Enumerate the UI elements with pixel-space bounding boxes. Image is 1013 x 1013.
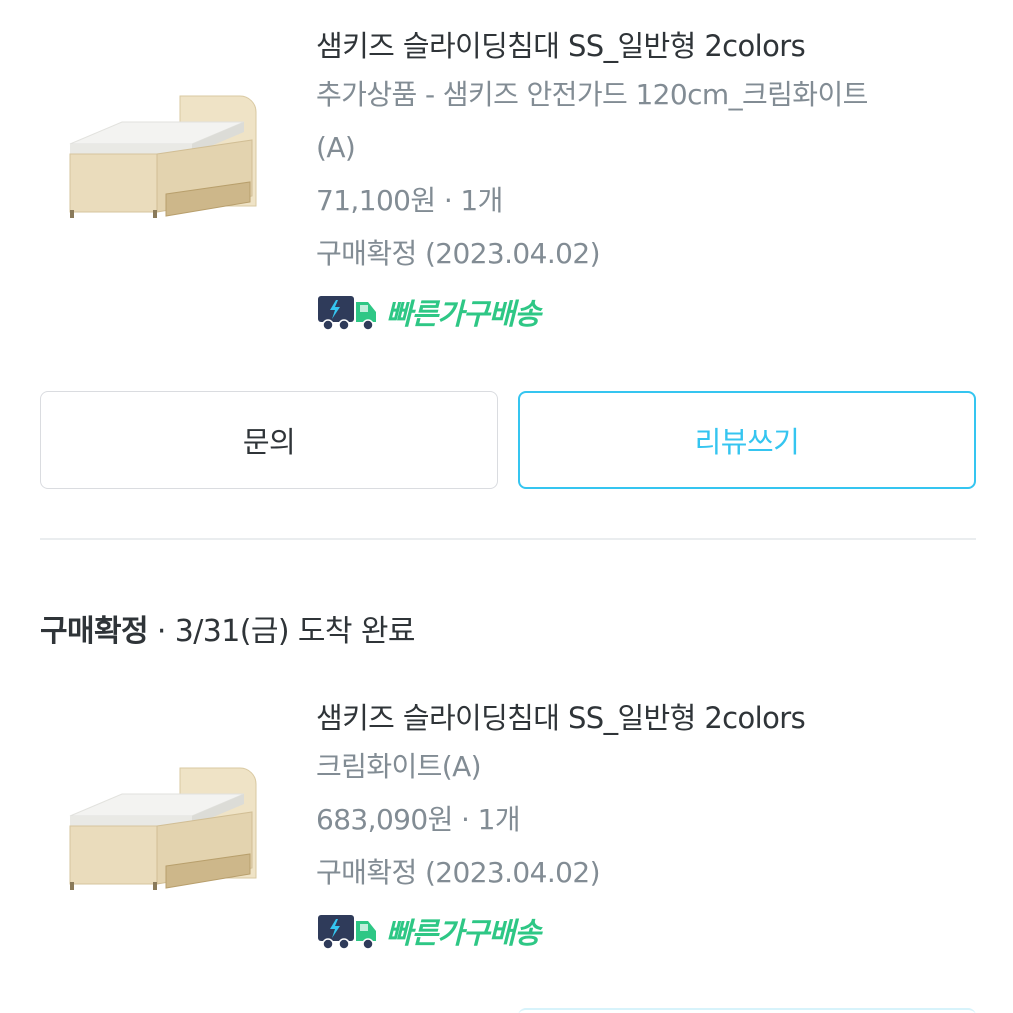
product-title[interactable]: 샘키즈 슬라이딩침대 SS_일반형 2colors — [316, 26, 983, 66]
product-option: 추가상품 - 샘키즈 안전가드 120cm_크림화이트 — [316, 78, 868, 111]
price-quantity: 683,090원 · 1개 — [316, 803, 521, 836]
section-divider — [40, 538, 976, 540]
inquiry-button[interactable]: 문의 — [40, 391, 498, 489]
delivery-truck-icon — [318, 915, 376, 950]
product-title[interactable]: 샘키즈 슬라이딩침대 SS_일반형 2colors — [316, 698, 983, 738]
product-option-cont: (A) — [316, 131, 356, 164]
product-thumbnail-bed[interactable] — [62, 88, 262, 228]
badge-label: 빠른가구배송 — [386, 297, 541, 331]
write-review-button[interactable]: 리뷰쓰기 — [518, 391, 976, 489]
order-item-1[interactable]: 샘키즈 슬라이딩침대 SS_일반형 2colors 추가상품 - 샘키즈 안전가… — [0, 24, 1013, 331]
order-item-2[interactable]: 샘키즈 슬라이딩침대 SS_일반형 2colors 크림화이트(A) 683,0… — [0, 696, 1013, 996]
delivery-truck-icon — [318, 296, 376, 331]
arrival-info: · 3/31(금) 도착 완료 — [148, 614, 416, 649]
fast-furniture-delivery-badge: 빠른가구배송 — [316, 909, 983, 953]
order-group-status: 구매확정 · 3/31(금) 도착 완료 — [40, 610, 415, 654]
purchase-status: 구매확정 (2023.04.02) — [316, 856, 601, 889]
badge-label: 빠른가구배송 — [386, 916, 541, 950]
price-quantity: 71,100원 · 1개 — [316, 184, 503, 217]
fast-furniture-delivery-badge: 빠른가구배송 — [316, 290, 983, 334]
product-option: 크림화이트(A) — [316, 750, 482, 783]
order-actions: 문의 리뷰쓰기 — [40, 391, 976, 489]
next-review-button-edge[interactable] — [518, 1008, 976, 1013]
status-label: 구매확정 — [40, 614, 149, 649]
purchase-status: 구매확정 (2023.04.02) — [316, 237, 601, 270]
product-thumbnail-bed[interactable] — [62, 760, 262, 900]
